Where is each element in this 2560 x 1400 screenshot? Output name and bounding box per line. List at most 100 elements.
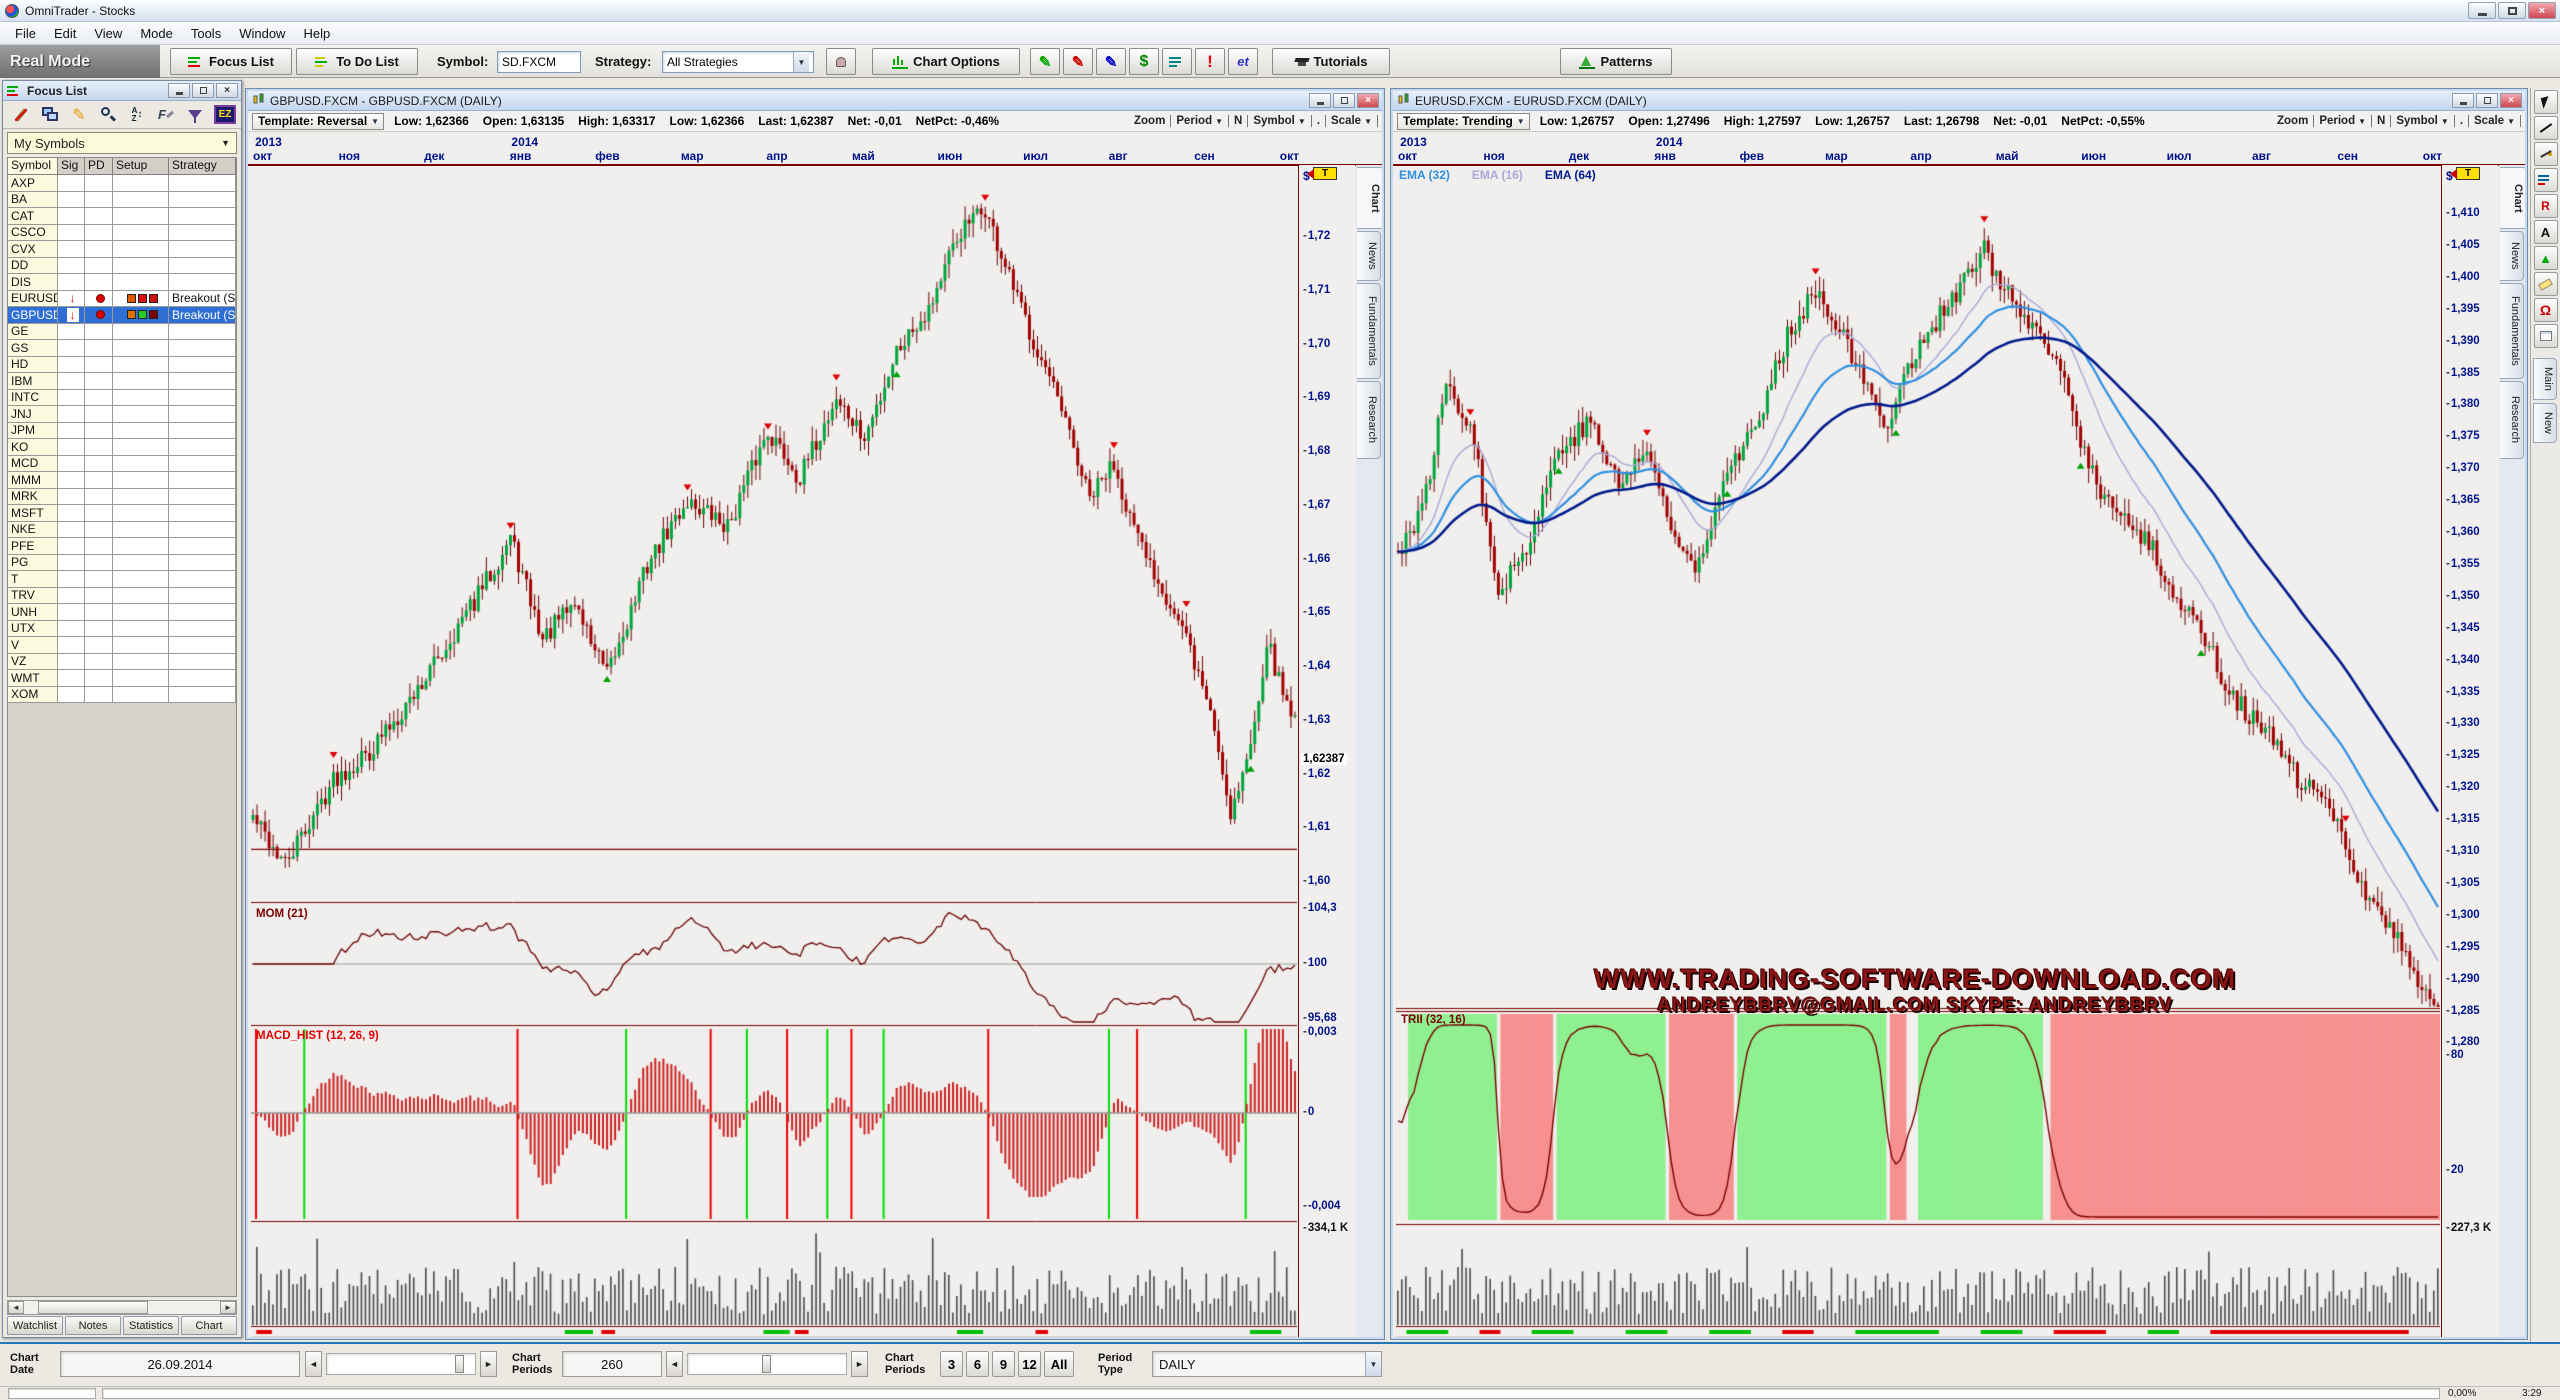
date-next-button[interactable]: ►: [480, 1351, 497, 1377]
periods-next-button[interactable]: ►: [851, 1351, 868, 1377]
search-icon[interactable]: [98, 105, 118, 125]
date-slider[interactable]: [326, 1353, 476, 1375]
zoom-control-symbol[interactable]: Symbol▼: [1248, 115, 1311, 127]
symbol-row-ko[interactable]: KO: [8, 439, 236, 456]
symbol-row-vz[interactable]: VZ: [8, 654, 236, 671]
menu-edit[interactable]: Edit: [45, 24, 85, 43]
et-button[interactable]: et: [1228, 48, 1258, 75]
magnet-tool[interactable]: Ω: [2534, 298, 2558, 322]
symbol-row-hd[interactable]: HD: [8, 357, 236, 374]
chart-date-value[interactable]: 26.09.2014: [60, 1351, 300, 1377]
symbol-row-trv[interactable]: TRV: [8, 588, 236, 605]
menu-file[interactable]: File: [6, 24, 45, 43]
chart-periods-value[interactable]: 260: [562, 1351, 662, 1377]
symbol-row-pfe[interactable]: PFE: [8, 538, 236, 555]
focus-minimize-button[interactable]: [168, 83, 190, 98]
symbol-row-intc[interactable]: INTC: [8, 390, 236, 407]
report-tool[interactable]: R: [2534, 194, 2558, 218]
chart-restore-button[interactable]: [1333, 93, 1355, 108]
chart-tab-research[interactable]: Research: [2500, 381, 2524, 459]
focus-tab-chart[interactable]: Chart: [181, 1316, 237, 1335]
dollar-button[interactable]: $: [1129, 48, 1159, 75]
chart-minimize-button[interactable]: [1309, 93, 1331, 108]
lab-button[interactable]: [826, 48, 856, 75]
symbol-row-wmt[interactable]: WMT: [8, 670, 236, 687]
chart-close-button[interactable]: ×: [1357, 93, 1379, 108]
chart-tab-chart[interactable]: Chart: [2500, 167, 2525, 229]
filter-funnel-icon[interactable]: [185, 105, 205, 125]
symbol-row-axp[interactable]: AXP: [8, 175, 236, 192]
column-header-pd[interactable]: PD: [85, 158, 113, 174]
strategy-dropdown[interactable]: All Strategies▼: [662, 51, 814, 73]
note-tool[interactable]: [2534, 324, 2558, 348]
focus-tab-notes[interactable]: Notes: [65, 1316, 121, 1335]
sort-az-icon[interactable]: AZ↕: [127, 105, 147, 125]
zoom-control-scale[interactable]: Scale▼: [2469, 115, 2521, 127]
chart-tab-news[interactable]: News: [2500, 231, 2524, 281]
chart-tab-news[interactable]: News: [1357, 231, 1381, 281]
symbol-row-unh[interactable]: UNH: [8, 604, 236, 621]
focus-tab-statistics[interactable]: Statistics: [123, 1316, 179, 1335]
scale-tag[interactable]: T: [1313, 167, 1337, 180]
zoom-control-symbol[interactable]: Symbol▼: [2391, 115, 2454, 127]
notes-blue-button[interactable]: ✎: [1096, 48, 1126, 75]
zoom-control-.[interactable]: .: [2455, 115, 2469, 127]
zoom-control-period[interactable]: Period▼: [1171, 115, 1229, 127]
todo-list-button[interactable]: To Do List: [296, 48, 418, 75]
zoom-control-.[interactable]: .: [1312, 115, 1326, 127]
column-header-sig[interactable]: Sig: [58, 158, 85, 174]
chart-tab-chart[interactable]: Chart: [1357, 167, 1382, 229]
tutorials-button[interactable]: Tutorials: [1272, 48, 1390, 75]
dropdown-arrow-icon[interactable]: ▼: [1365, 1352, 1381, 1376]
period-button-3[interactable]: 3: [940, 1351, 963, 1377]
period-button-all[interactable]: All: [1044, 1351, 1074, 1377]
zoom-control-n[interactable]: N: [1229, 115, 1248, 127]
focus-restore-button[interactable]: [192, 83, 214, 98]
symbol-row-ge[interactable]: GE: [8, 324, 236, 341]
symbol-row-mmm[interactable]: MMM: [8, 472, 236, 489]
template-dropdown[interactable]: Template: Trending▼: [1397, 113, 1530, 130]
chart-tab-fundamentals[interactable]: Fundamentals: [2500, 283, 2524, 379]
menu-window[interactable]: Window: [230, 24, 294, 43]
app-close-button[interactable]: ×: [2528, 2, 2556, 19]
focus-list-titlebar[interactable]: Focus List ×: [3, 81, 241, 101]
symbol-row-dis[interactable]: DIS: [8, 274, 236, 291]
scroll-thumb[interactable]: [38, 1301, 148, 1314]
symbol-row-pg[interactable]: PG: [8, 555, 236, 572]
symbol-row-mcd[interactable]: MCD: [8, 456, 236, 473]
chart-titlebar[interactable]: EURUSD.FXCM - EURUSD.FXCM (DAILY)×: [1393, 91, 2525, 111]
menu-help[interactable]: Help: [294, 24, 339, 43]
symbol-row-gs[interactable]: GS: [8, 340, 236, 357]
side-tab-main[interactable]: Main: [2533, 358, 2557, 400]
symbol-list-dropdown[interactable]: My Symbols▼: [7, 132, 237, 154]
edit-pencil-icon[interactable]: ✎: [69, 105, 89, 125]
template-dropdown[interactable]: Template: Reversal▼: [252, 113, 384, 130]
chart-plot-canvas[interactable]: [251, 165, 1297, 1337]
zoom-control-n[interactable]: N: [2372, 115, 2391, 127]
chart-tab-research[interactable]: Research: [1357, 381, 1381, 459]
side-tab-new[interactable]: New: [2533, 403, 2557, 443]
triangle-tool[interactable]: ▲: [2534, 246, 2558, 270]
symbol-row-t[interactable]: T: [8, 571, 236, 588]
focus-hscrollbar[interactable]: ◄ ►: [7, 1300, 237, 1315]
scroll-right-icon[interactable]: ►: [220, 1301, 236, 1314]
periods-slider[interactable]: [687, 1353, 847, 1375]
symbol-row-msft[interactable]: MSFT: [8, 505, 236, 522]
column-header-symbol[interactable]: Symbol: [8, 158, 58, 174]
period-button-12[interactable]: 12: [1018, 1351, 1041, 1377]
symbol-row-cat[interactable]: CAT: [8, 208, 236, 225]
symbol-row-cvx[interactable]: CVX: [8, 241, 236, 258]
chart-minimize-button[interactable]: [2452, 93, 2474, 108]
chart-titlebar[interactable]: GBPUSD.FXCM - GBPUSD.FXCM (DAILY)×: [248, 91, 1382, 111]
symbol-row-mrk[interactable]: MRK: [8, 489, 236, 506]
chart-tab-fundamentals[interactable]: Fundamentals: [1357, 283, 1381, 379]
monitors-icon[interactable]: [40, 105, 60, 125]
symbol-row-csco[interactable]: CSCO: [8, 225, 236, 242]
notes-red-button[interactable]: ✎: [1063, 48, 1093, 75]
ez-button-icon[interactable]: EZ: [214, 105, 236, 124]
symbol-row-utx[interactable]: UTX: [8, 621, 236, 638]
symbol-row-eurusd[interactable]: EURUSD↓Breakout (S: [8, 291, 236, 308]
scroll-left-icon[interactable]: ◄: [8, 1301, 24, 1314]
quote-list-button[interactable]: [1162, 48, 1192, 75]
symbol-row-v[interactable]: V: [8, 637, 236, 654]
